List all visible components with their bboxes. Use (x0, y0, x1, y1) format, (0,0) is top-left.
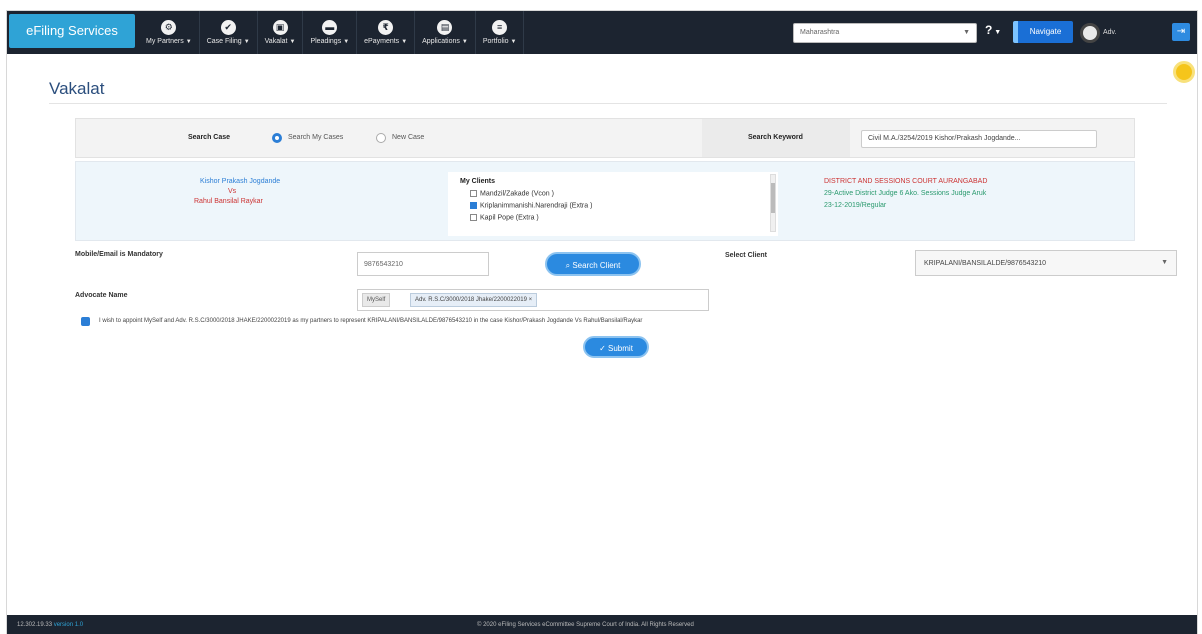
consent-checkbox[interactable] (81, 317, 90, 326)
menu-pleadings[interactable]: ▬ Pleadings ▼ (303, 11, 358, 54)
advocate-tag-label: Adv. R.S.C/3000/2018 Jhake/2200022019 (415, 297, 527, 303)
divider (49, 103, 1167, 104)
search-case-bar: Search Case Search My Cases New Case Sea… (75, 118, 1135, 158)
user-name[interactable]: Adv. (1103, 29, 1117, 36)
app-window: eFiling Services ⚙ My Partners ▼ ✔ Case F… (6, 10, 1198, 634)
help-menu[interactable]: ? ▼ (985, 23, 1001, 37)
check-icon: ✓ (599, 344, 609, 353)
clients-scrollbar[interactable] (770, 174, 776, 232)
mobile-email-field[interactable]: 9876543210 (357, 252, 489, 276)
consent-text: I wish to appoint MySelf and Adv. R.S.C/… (99, 318, 643, 324)
radio-new-case[interactable] (376, 133, 386, 143)
navigate-button[interactable]: Navigate (1013, 21, 1073, 43)
case-vs: Vs (228, 188, 237, 195)
advocate-name-label: Advocate Name (75, 292, 128, 299)
advocate-name-field[interactable]: MySelf Adv. R.S.C/3000/2018 Jhake/220002… (357, 289, 709, 311)
caret-down-icon: ▼ (401, 39, 408, 45)
client-label: Mandzil/Zakade (Vcon ) (480, 190, 554, 198)
submit-label: Submit (608, 344, 633, 353)
footer-left: 12.302.19.33 version 1.0 (17, 622, 83, 628)
case-respondent: Rahul Bansilal Raykar (194, 198, 263, 205)
footer-version[interactable]: version 1.0 (54, 622, 83, 628)
list-item[interactable]: Kriplanimmanishi.Narendraji (Extra ) (470, 202, 592, 209)
footer-time: 12.302.19.33 (17, 622, 53, 628)
keyword-label-box: Search Keyword (702, 119, 850, 157)
court-name: DISTRICT AND SESSIONS COURT AURANGABAD (824, 178, 988, 185)
avatar[interactable] (1080, 23, 1100, 43)
menu-label: ePayments (364, 38, 400, 45)
main-menu: ⚙ My Partners ▼ ✔ Case Filing ▼ ▣ Vakalat ▼… (139, 11, 525, 54)
client-label: Kapil Pope (Extra ) (480, 214, 539, 222)
search-client-button[interactable]: ⌕ Search Client (545, 252, 641, 276)
menu-label: Applications (422, 38, 460, 45)
menu-label: Pleadings (310, 38, 342, 45)
caret-down-icon: ▼ (185, 39, 192, 45)
list-item[interactable]: Mandzil/Zakade (Vcon ) (470, 190, 554, 197)
search-case-label: Search Case (188, 134, 231, 141)
sidebar-toggle-icon[interactable]: ⇥ (1172, 23, 1190, 41)
submit-button[interactable]: ✓ Submit (583, 336, 649, 358)
establishment-select[interactable]: Maharashtra ▼ (793, 23, 977, 43)
application-icon: ▤ (437, 20, 453, 35)
advocate-prefix: MySelf (362, 293, 391, 307)
rupee-icon: ₹ (378, 20, 394, 35)
menu-applications[interactable]: ▤ Applications ▼ (415, 11, 476, 54)
footer: 12.302.19.33 version 1.0 © 2020 eFiling … (7, 615, 1197, 634)
caret-down-icon: ▼ (243, 39, 250, 45)
search-client-label: Search Client (572, 261, 621, 270)
select-client-value: KRIPALANI/BANSILALDE/9876543210 (924, 260, 1047, 267)
caret-down-icon: ▼ (510, 39, 517, 45)
radio-new-case-label[interactable]: New Case (392, 134, 424, 141)
search-keyword-label: Search Keyword (748, 134, 803, 141)
list-item[interactable]: Kapil Pope (Extra ) (470, 214, 539, 221)
my-clients-list: My Clients Mandzil/Zakade (Vcon ) Kripla… (448, 172, 778, 236)
chevron-down-icon: ▼ (963, 29, 970, 36)
radio-search-my-cases-label[interactable]: Search My Cases (288, 134, 343, 141)
footer-copyright: © 2020 eFiling Services eCommittee Supre… (477, 622, 694, 628)
menu-label: Portfolio (482, 38, 509, 45)
client-checkbox[interactable] (470, 214, 477, 221)
menu-epayments[interactable]: ₹ ePayments ▼ (357, 11, 416, 54)
menu-case-filing[interactable]: ✔ Case Filing ▼ (200, 11, 258, 54)
menu-label: My Partners (146, 38, 184, 45)
scrollbar-thumb[interactable] (771, 183, 775, 213)
gavel-icon: ▬ (322, 20, 338, 35)
menu-label: Case Filing (206, 38, 242, 45)
briefcase-icon: ⚙ (161, 20, 177, 35)
client-checkbox[interactable] (470, 190, 477, 197)
select-client-label: Select Client (725, 252, 768, 259)
top-navbar: eFiling Services ⚙ My Partners ▼ ✔ Case F… (7, 11, 1197, 54)
radio-search-my-cases[interactable] (272, 133, 282, 143)
caret-down-icon: ▼ (343, 39, 350, 45)
portfolio-icon: ≡ (492, 20, 508, 35)
advocate-tag[interactable]: Adv. R.S.C/3000/2018 Jhake/2200022019 × (410, 293, 538, 307)
court-date: 23-12-2019/Regular (824, 202, 887, 209)
case-info-panel: Kishor Prakash Jogdande Vs Rahul Bansila… (75, 161, 1135, 241)
mobile-email-label: Mobile/Email is Mandatory (75, 251, 163, 258)
page-title: Vakalat (49, 79, 105, 98)
caret-down-icon: ▼ (992, 29, 1002, 36)
select-client-dropdown[interactable]: KRIPALANI/BANSILALDE/9876543210 ▼ (915, 250, 1177, 276)
client-label: Kriplanimmanishi.Narendraji (Extra ) (480, 202, 593, 210)
menu-portfolio[interactable]: ≡ Portfolio ▼ (476, 11, 525, 54)
menu-vakalat[interactable]: ▣ Vakalat ▼ (258, 11, 304, 54)
menu-label: Vakalat (264, 38, 288, 45)
check-icon: ✔ (220, 20, 236, 35)
search-keyword-select[interactable]: Civil M.A./3254/2019 Kishor/Prakash Jogd… (861, 130, 1097, 148)
client-checkbox[interactable] (470, 202, 477, 209)
caret-down-icon: ▼ (289, 39, 296, 45)
establishment-select-value: Maharashtra (800, 29, 840, 36)
case-petitioner: Kishor Prakash Jogdande (200, 178, 281, 185)
document-icon: ▣ (272, 20, 288, 35)
my-clients-title: My Clients (460, 178, 496, 185)
close-icon[interactable]: × (529, 297, 533, 303)
chevron-down-icon: ▼ (1161, 259, 1168, 266)
caret-down-icon: ▼ (461, 39, 468, 45)
floating-help-icon[interactable] (1173, 61, 1195, 83)
menu-my-partners[interactable]: ⚙ My Partners ▼ (139, 11, 200, 54)
court-detail: 29-Active District Judge 6 Ako. Sessions… (824, 190, 987, 197)
brand-logo[interactable]: eFiling Services (9, 14, 135, 48)
